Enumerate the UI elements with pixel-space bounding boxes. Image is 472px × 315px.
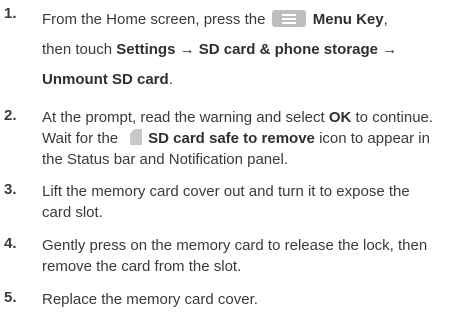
step-text: Gently press on the memory card to relea…: [42, 237, 428, 275]
unmount-sd-card-label: Unmount SD card: [42, 71, 169, 88]
instruction-page: 1. From the Home screen, press the Menu …: [0, 0, 472, 315]
menu-key-label: Menu Key: [312, 11, 384, 28]
step-number: 1.: [4, 5, 17, 22]
step-text: From the Home screen, press the Menu Key…: [42, 10, 398, 88]
settings-path: Settings → SD card & phone storage →: [116, 41, 398, 58]
step-number: 4.: [4, 235, 17, 252]
step-text: Replace the memory card cover.: [42, 291, 258, 308]
step-number: 3.: [4, 181, 17, 198]
step-1-text-2: then touch: [42, 41, 113, 58]
ok-label: OK: [328, 109, 352, 126]
sd-card-icon: [130, 129, 143, 145]
menu-key-icon: [271, 10, 306, 27]
step-text: At the prompt, read the warning and sele…: [42, 109, 434, 168]
sd-card-safe-label: SD card safe to remove: [148, 130, 315, 147]
step-text: Lift the memory card cover out and turn …: [42, 183, 410, 221]
step-number: 2.: [4, 107, 17, 124]
step-number: 5.: [4, 289, 17, 306]
step-1-text-1: From the Home screen, press the: [42, 11, 266, 28]
